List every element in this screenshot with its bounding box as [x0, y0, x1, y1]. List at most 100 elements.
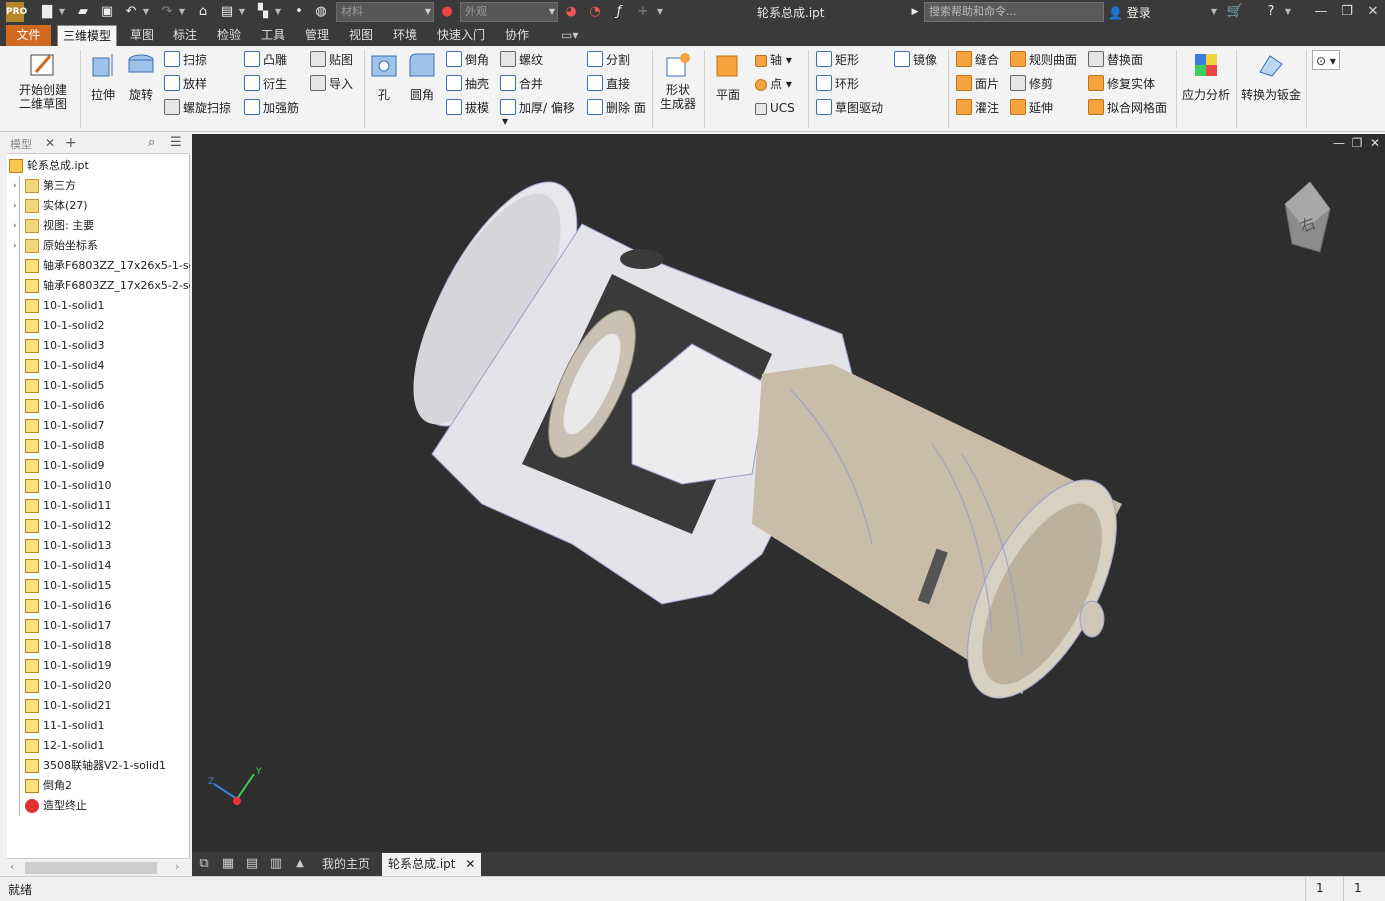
close-icon[interactable]: ✕	[1362, 2, 1384, 22]
clear-appearance-icon[interactable]: ◔	[586, 3, 604, 21]
tree-node[interactable]: › 原始坐标系	[7, 236, 190, 256]
minimize-icon[interactable]: —	[1310, 2, 1332, 22]
thicken-button[interactable]: 加厚/ 偏移	[500, 98, 575, 118]
thread-button[interactable]: 螺纹	[500, 50, 543, 70]
tree-node[interactable]: 造型终止	[7, 796, 190, 816]
help-dropdown-icon[interactable]: ▼	[1284, 3, 1292, 21]
extrude-button[interactable]: 拉伸	[86, 50, 120, 103]
undo-dropdown-icon[interactable]: ▼	[142, 3, 150, 21]
appearance-combo[interactable]: 外观 ▼	[460, 2, 558, 22]
start-2d-sketch-button[interactable]: 开始创建 二维草图	[14, 50, 72, 111]
appearance-sphere-icon[interactable]: ●	[438, 3, 456, 21]
tab-tools[interactable]: 工具	[256, 25, 290, 46]
tree-node[interactable]: 10-1-solid20	[7, 676, 190, 696]
adjust-appearance-icon[interactable]: ◕	[562, 3, 580, 21]
tab-file[interactable]: 文件	[6, 25, 51, 46]
redo-dropdown-icon[interactable]: ▼	[178, 3, 186, 21]
home-icon[interactable]: ⌂	[194, 3, 212, 21]
tab-my-home[interactable]: 我的主页	[316, 853, 376, 876]
tree-node[interactable]: 10-1-solid1	[7, 296, 190, 316]
app-logo[interactable]: PRO	[6, 2, 27, 22]
expand-chevron-icon[interactable]: ›	[13, 236, 17, 256]
split-button[interactable]: 分割	[587, 50, 630, 70]
add-icon[interactable]: +	[634, 3, 652, 21]
tree-node[interactable]: › 第三方	[7, 176, 190, 196]
convert-sheet-metal-button[interactable]: 转换为钣金	[1239, 50, 1303, 103]
tile-windows-icon[interactable]: ▦	[220, 856, 236, 872]
revolve-button[interactable]: 旋转	[124, 50, 158, 103]
help-search-input[interactable]: 搜索帮助和命令...	[924, 2, 1104, 22]
scrollbar-thumb[interactable]	[25, 862, 157, 874]
save-icon[interactable]: ▣	[98, 3, 116, 21]
tree-node[interactable]: 12-1-solid1	[7, 736, 190, 756]
tree-node[interactable]: 10-1-solid6	[7, 396, 190, 416]
menu-icon[interactable]: ☰	[170, 135, 182, 150]
tree-node[interactable]: › 实体(27)	[7, 196, 190, 216]
ruled-surface-button[interactable]: 规则曲面	[1010, 50, 1077, 70]
tree-node[interactable]: 10-1-solid12	[7, 516, 190, 536]
tree-node[interactable]: 10-1-solid7	[7, 416, 190, 436]
tab-manage[interactable]: 管理	[300, 25, 334, 46]
tree-node[interactable]: 10-1-solid8	[7, 436, 190, 456]
patch-button[interactable]: 面片	[956, 74, 999, 94]
close-icon[interactable]: ✕	[45, 136, 55, 150]
shape-generator-button[interactable]: 形状 生成器	[657, 50, 699, 111]
sketch-driven-pattern-button[interactable]: 草图驱动	[816, 98, 883, 118]
coil-button[interactable]: 螺旋扫掠	[164, 98, 231, 118]
tab-get-started[interactable]: 快速入门	[432, 25, 490, 46]
loft-button[interactable]: 放样	[164, 74, 207, 94]
tree-node[interactable]: 10-1-solid18	[7, 636, 190, 656]
select-dropdown-icon[interactable]: ▼	[274, 3, 282, 21]
tile-horizontal-icon[interactable]: ▤	[244, 856, 260, 872]
expand-chevron-icon[interactable]: ›	[13, 176, 17, 196]
expand-chevron-icon[interactable]: ›	[13, 196, 17, 216]
delete-face-button[interactable]: 删除 面	[587, 98, 646, 118]
tree-node[interactable]: 10-1-solid4	[7, 356, 190, 376]
browser-tab-model[interactable]: 模型	[10, 136, 32, 152]
replace-face-button[interactable]: 替换面	[1088, 50, 1143, 70]
ribbon-options-dropdown[interactable]: ⊙ ▾	[1312, 50, 1340, 70]
tab-inspect[interactable]: 检验	[212, 25, 246, 46]
shell-button[interactable]: 抽壳	[446, 74, 489, 94]
customize-dropdown-icon[interactable]: ▼	[656, 3, 664, 21]
tab-annotate[interactable]: 标注	[168, 25, 202, 46]
open-documents-icon[interactable]: ▲	[292, 856, 308, 872]
hole-button[interactable]: 孔	[369, 50, 399, 103]
tree-node[interactable]: 10-1-solid13	[7, 536, 190, 556]
import-button[interactable]: 导入	[310, 74, 353, 94]
expand-chevron-icon[interactable]: ›	[13, 216, 17, 236]
open-folder-icon[interactable]: ▰	[74, 3, 92, 21]
tree-node[interactable]: 10-1-solid5	[7, 376, 190, 396]
tree-node[interactable]: 10-1-solid17	[7, 616, 190, 636]
scroll-right-icon[interactable]: ›	[175, 860, 179, 873]
tree-node[interactable]: 倒角2	[7, 776, 190, 796]
login-dropdown-icon[interactable]: ▼	[1210, 3, 1218, 21]
tree-node[interactable]: 轴承F6803ZZ_17x26x5-2-so	[7, 276, 190, 296]
emboss-button[interactable]: 凸雕	[244, 50, 287, 70]
new-file-icon[interactable]: ▇	[38, 3, 56, 21]
rib-button[interactable]: 加强筋	[244, 98, 299, 118]
decal-button[interactable]: 贴图	[310, 50, 353, 70]
update-icon[interactable]: ▤	[218, 3, 236, 21]
stitch-button[interactable]: 缝合	[956, 50, 999, 70]
trim-button[interactable]: 修剪	[1010, 74, 1053, 94]
browser-horizontal-scrollbar[interactable]: ‹ ›	[7, 858, 190, 876]
redo-icon[interactable]: ↷	[158, 3, 176, 21]
derive-button[interactable]: 衍生	[244, 74, 287, 94]
direct-button[interactable]: 直接	[587, 74, 630, 94]
extend-button[interactable]: 延伸	[1010, 98, 1053, 118]
circular-pattern-button[interactable]: 环形	[816, 74, 859, 94]
tree-node[interactable]: 10-1-solid19	[7, 656, 190, 676]
tile-vertical-icon[interactable]: ▥	[268, 856, 284, 872]
fit-mesh-face-button[interactable]: 拟合网格面	[1088, 98, 1167, 118]
search-icon[interactable]: ⌕	[148, 135, 155, 150]
tree-node[interactable]: 10-1-solid21	[7, 696, 190, 716]
tab-view[interactable]: 视图	[344, 25, 378, 46]
tree-node[interactable]: 10-1-solid3	[7, 336, 190, 356]
expand-arrow-icon[interactable]: ▶	[906, 3, 924, 21]
material-combo[interactable]: 材料 ▼	[336, 2, 434, 22]
point-button[interactable]: 点 ▾	[755, 74, 792, 94]
sculpt-button[interactable]: 灌注	[956, 98, 999, 118]
mirror-button[interactable]: 镜像	[894, 50, 937, 70]
add-icon[interactable]: +	[65, 135, 77, 151]
